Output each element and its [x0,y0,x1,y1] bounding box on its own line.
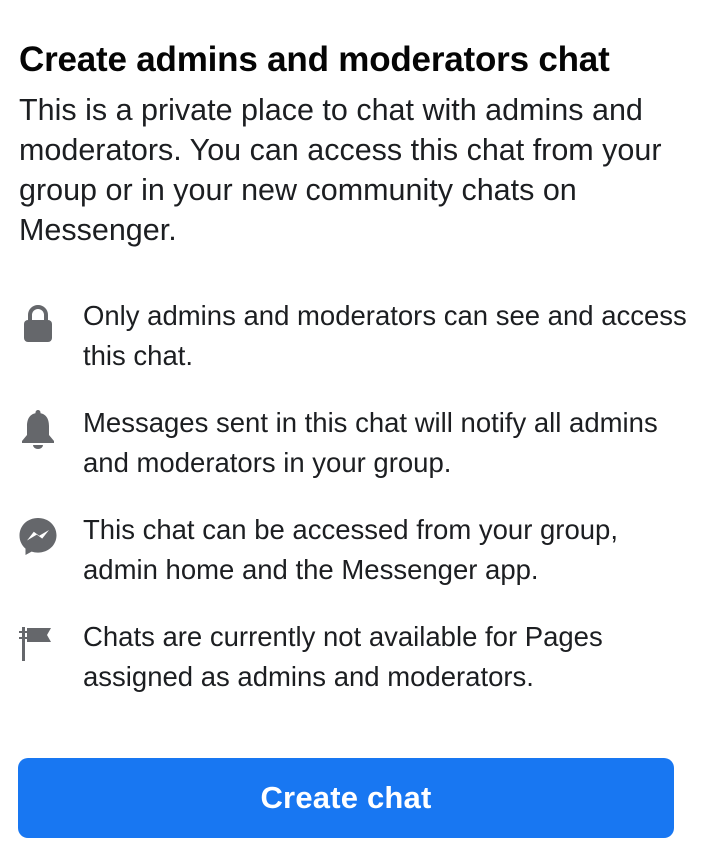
feature-text: Only admins and moderators can see and a… [83,300,687,371]
feature-item-notifications: Messages sent in this chat will notify a… [0,403,702,487]
feature-text: Chats are currently not available for Pa… [83,621,603,692]
messenger-icon [19,518,57,555]
feature-item-pages-unavailable: Chats are currently not available for Pa… [0,617,702,701]
lock-icon [24,305,52,342]
description-text: This is a private place to chat with adm… [19,93,662,247]
create-chat-button[interactable]: Create chat [18,758,674,838]
flag-icon [19,627,51,661]
bell-icon [22,410,54,449]
feature-item-messenger-access: This chat can be accessed from your grou… [0,510,702,594]
feature-item-private-access: Only admins and moderators can see and a… [0,296,702,380]
feature-text: Messages sent in this chat will notify a… [83,407,658,478]
feature-text: This chat can be accessed from your grou… [83,514,618,585]
page-title: Create admins and moderators chat [19,40,610,79]
create-admin-chat-sheet: Create admins and moderators chat This i… [0,0,702,858]
